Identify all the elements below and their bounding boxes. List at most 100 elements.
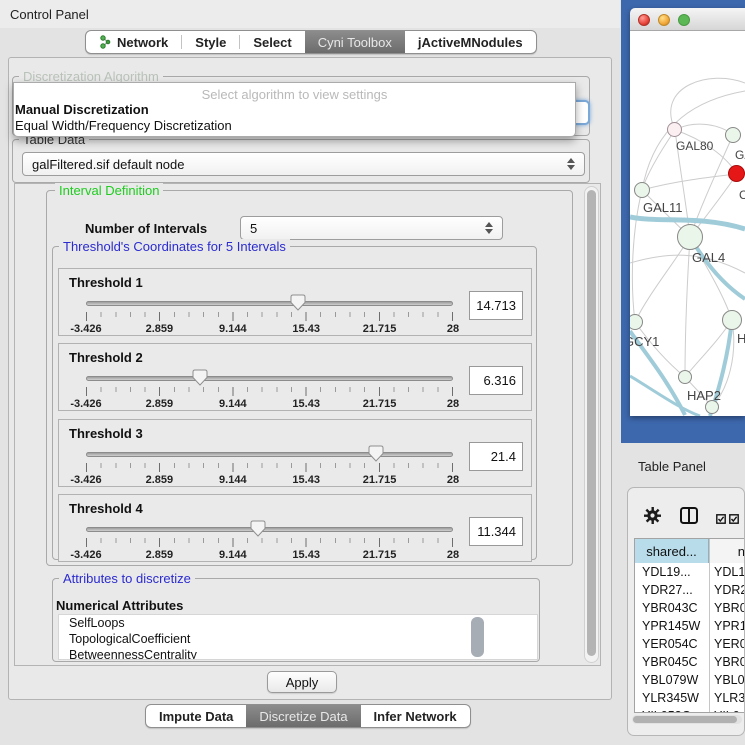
threshold-1-slider[interactable]: -3.426 2.859 9.144 15.43 21.715 28 bbox=[86, 293, 453, 335]
tab-discretize-data[interactable]: Discretize Data bbox=[246, 705, 360, 727]
table-data-combo[interactable]: galFiltered.sif default node bbox=[22, 152, 585, 176]
node-red[interactable] bbox=[728, 165, 745, 182]
node-label-ga: GA bbox=[735, 148, 745, 162]
network-view-window: GAL80 GA C GAL11 GAL4 GCY1 H HAP2 bbox=[630, 8, 745, 416]
slider-ticks bbox=[86, 312, 454, 321]
threshold-4-slider[interactable]: -3.426 2.859 9.144 15.43 21.715 28 bbox=[86, 519, 453, 561]
popup-item-manual-discretization[interactable]: Manual Discretization bbox=[15, 102, 576, 117]
tick-label: 15.43 bbox=[292, 323, 320, 335]
column-header-name[interactable]: na bbox=[710, 539, 745, 563]
slider-track[interactable] bbox=[86, 452, 453, 457]
threshold-1-value-input[interactable]: 14.713 bbox=[469, 291, 523, 320]
node-label-gal11: GAL11 bbox=[643, 200, 683, 215]
threshold-3-slider[interactable]: -3.426 2.859 9.144 15.43 21.715 28 bbox=[86, 444, 453, 486]
threshold-1-panel: Threshold 1 -3.426 2.859 9.144 15.43 21.… bbox=[58, 268, 532, 336]
cell: YLR345W bbox=[642, 689, 699, 707]
tick-label: 21.715 bbox=[363, 474, 397, 486]
node-gal80[interactable] bbox=[667, 122, 682, 137]
attributes-list-scrollbar[interactable] bbox=[471, 617, 484, 657]
threshold-1-label: Threshold 1 bbox=[69, 275, 143, 290]
column-header-shared[interactable]: shared... bbox=[635, 539, 709, 563]
network-icon bbox=[99, 35, 111, 49]
node-attribute-table: shared... na YDL19...YDL1 YDR27...YDR2 Y… bbox=[634, 538, 745, 713]
minimize-traffic-light[interactable] bbox=[658, 14, 670, 26]
tab-style-label: Style bbox=[195, 35, 226, 50]
tab-jactivemnodules[interactable]: jActiveMNodules bbox=[405, 31, 536, 53]
table-row[interactable]: YPR145WYPR1 bbox=[635, 617, 745, 635]
tick-label: 28 bbox=[447, 549, 459, 561]
gear-icon[interactable] bbox=[644, 507, 661, 529]
table-row[interactable]: YBR043C YBR0 bbox=[635, 599, 745, 617]
cell: YLR3 bbox=[714, 689, 745, 707]
slider-thumb[interactable] bbox=[368, 445, 384, 462]
table-row[interactable]: YBL079WYBL0 bbox=[635, 671, 745, 689]
tab-infer-network[interactable]: Infer Network bbox=[361, 705, 470, 727]
bottom-tab-bar: Impute Data Discretize Data Infer Networ… bbox=[145, 704, 471, 728]
popup-item-equal-width-frequency[interactable]: Equal Width/Frequency Discretization bbox=[15, 118, 576, 133]
algorithm-popup-hint: Select algorithm to view settings bbox=[14, 87, 575, 102]
tab-network[interactable]: Network bbox=[86, 31, 181, 53]
node-hap2[interactable] bbox=[678, 370, 692, 384]
scrollbar-thumb[interactable] bbox=[633, 716, 737, 723]
table-row[interactable]: YLR345W YLR3 bbox=[635, 689, 745, 707]
threshold-2-value-input[interactable]: 6.316 bbox=[469, 366, 523, 395]
node-gal11[interactable] bbox=[634, 182, 650, 198]
threshold-4-value-input[interactable]: 11.344 bbox=[469, 517, 523, 546]
slider-track[interactable] bbox=[86, 527, 453, 532]
slider-thumb[interactable] bbox=[250, 520, 266, 537]
cell: YBL079W bbox=[642, 671, 698, 689]
tab-cyni-toolbox[interactable]: Cyni Toolbox bbox=[305, 31, 405, 53]
tab-select[interactable]: Select bbox=[240, 31, 304, 53]
column-layout-icon[interactable] bbox=[680, 507, 698, 529]
tick-label: 28 bbox=[447, 474, 459, 486]
table-row[interactable]: YBR045CYBR0 bbox=[635, 653, 745, 671]
threshold-2-slider[interactable]: -3.426 2.859 9.144 15.43 21.715 28 bbox=[86, 368, 453, 410]
tab-network-label: Network bbox=[117, 35, 168, 50]
table-row[interactable]: YIL052CYIL0 bbox=[635, 707, 745, 713]
cell: YBR043C bbox=[642, 599, 698, 617]
number-of-intervals-combo[interactable]: 5 bbox=[240, 216, 503, 240]
checkbox-checked-icon[interactable] bbox=[716, 511, 726, 529]
screen: Control Panel Network Style Select Cyni … bbox=[0, 0, 745, 745]
tab-impute-data[interactable]: Impute Data bbox=[146, 705, 246, 727]
tick-label: 28 bbox=[447, 398, 459, 410]
node-label-gcy1: GCY1 bbox=[630, 334, 659, 349]
tick-label: 2.859 bbox=[146, 474, 174, 486]
node-ga[interactable] bbox=[725, 127, 741, 143]
list-item[interactable]: SelfLoops bbox=[59, 615, 537, 631]
numerical-attributes-list[interactable]: SelfLoops TopologicalCoefficient Between… bbox=[58, 614, 538, 660]
cell: YBR0 bbox=[714, 599, 745, 617]
table-row[interactable]: YDL19...YDL1 bbox=[635, 563, 745, 581]
tick-label: 9.144 bbox=[219, 474, 247, 486]
checkbox-checked-icon[interactable] bbox=[729, 511, 739, 529]
cell: YBR0 bbox=[714, 653, 745, 671]
slider-thumb[interactable] bbox=[192, 369, 208, 386]
close-traffic-light[interactable] bbox=[638, 14, 650, 26]
attributes-group-title: Attributes to discretize bbox=[59, 571, 195, 586]
node-gal4[interactable] bbox=[677, 224, 703, 250]
node-label-hap2: HAP2 bbox=[687, 388, 721, 403]
threshold-3-value-input[interactable]: 21.4 bbox=[469, 442, 523, 471]
network-canvas[interactable]: GAL80 GA C GAL11 GAL4 GCY1 H HAP2 bbox=[630, 31, 745, 416]
top-tab-bar: Network Style Select Cyni Toolbox jActiv… bbox=[85, 30, 537, 54]
table-row[interactable]: YDR27...YDR2 bbox=[635, 581, 745, 599]
list-item[interactable]: BetweennessCentrality bbox=[59, 647, 537, 660]
network-window-titlebar[interactable] bbox=[630, 8, 745, 31]
table-panel-title: Table Panel bbox=[638, 459, 706, 474]
table-row[interactable]: YER054CYER0 bbox=[635, 635, 745, 653]
slider-thumb[interactable] bbox=[290, 294, 306, 311]
zoom-traffic-light[interactable] bbox=[678, 14, 690, 26]
scrollbar-thumb[interactable] bbox=[587, 190, 596, 656]
slider-track[interactable] bbox=[86, 376, 453, 381]
apply-button[interactable]: Apply bbox=[267, 671, 337, 693]
table-horizontal-scrollbar[interactable] bbox=[632, 715, 742, 724]
slider-track[interactable] bbox=[86, 301, 453, 306]
node-h[interactable] bbox=[722, 310, 742, 330]
list-item[interactable]: TopologicalCoefficient bbox=[59, 631, 537, 647]
tick-label: 9.144 bbox=[219, 398, 247, 410]
threshold-4-label: Threshold 4 bbox=[69, 501, 143, 516]
cell: YIL052C bbox=[642, 707, 691, 713]
tab-style[interactable]: Style bbox=[182, 31, 239, 53]
settings-vertical-scrollbar[interactable] bbox=[584, 186, 599, 663]
table-data-combo-value: galFiltered.sif default node bbox=[32, 157, 184, 172]
